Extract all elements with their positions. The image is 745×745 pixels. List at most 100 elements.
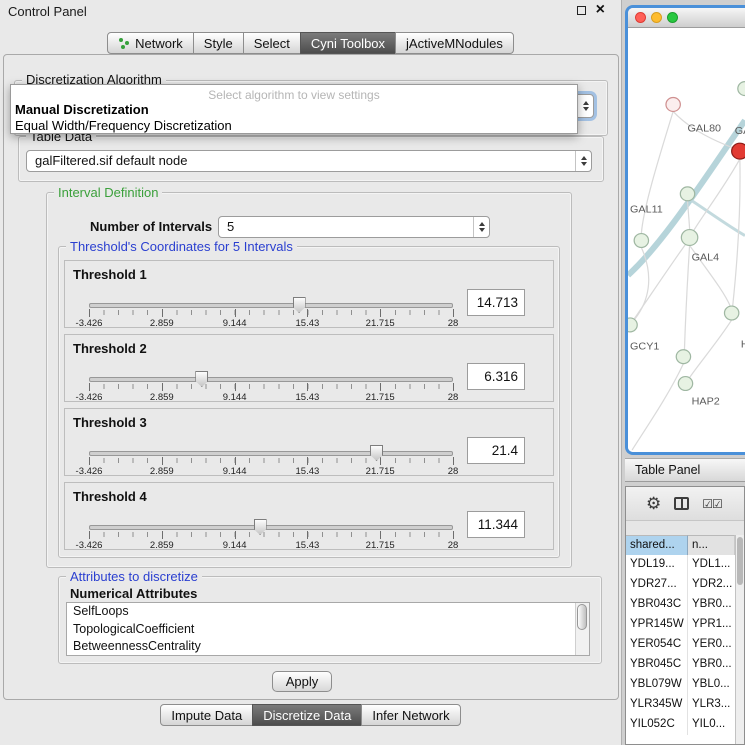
apply-button[interactable]: Apply <box>272 671 332 692</box>
checkbox-icon[interactable]: ☑☑ <box>702 497 722 511</box>
zoom-traffic-light-icon[interactable] <box>667 12 678 23</box>
threshold-slider[interactable]: -3.4262.8599.14415.4321.71528 <box>89 371 453 403</box>
threshold-slider[interactable]: -3.4262.8599.14415.4321.71528 <box>89 297 453 329</box>
attribute-item[interactable]: SelfLoops <box>67 603 589 621</box>
threshold-value[interactable]: 21.4 <box>467 437 525 464</box>
major-tick <box>380 309 381 317</box>
threshold-slider[interactable]: -3.4262.8599.14415.4321.71528 <box>89 519 453 551</box>
column-header-shared-name[interactable]: shared... <box>626 535 688 555</box>
scrollbar-thumb[interactable] <box>577 604 587 630</box>
threshold-label: Threshold 4 <box>73 489 147 504</box>
slider-track[interactable] <box>89 525 453 530</box>
node-label: HAP2 <box>692 395 720 407</box>
network-node[interactable] <box>666 98 680 112</box>
interval-definition-label: Interval Definition <box>54 185 162 200</box>
scale-label: 28 <box>448 392 459 403</box>
network-node[interactable] <box>724 306 738 320</box>
network-node[interactable] <box>738 82 745 96</box>
combo-stepper-icon <box>577 95 593 117</box>
network-node[interactable] <box>676 350 690 364</box>
tab-label: Network <box>135 36 183 51</box>
scale-label: 15.43 <box>296 540 320 551</box>
network-node[interactable] <box>681 230 697 246</box>
scale-label: 2.859 <box>150 466 174 477</box>
column-header-name[interactable]: n... <box>688 535 735 555</box>
tab-impute-data[interactable]: Impute Data <box>160 704 253 726</box>
table-cell: YBR0... <box>688 595 735 615</box>
tab-jactivemnodules[interactable]: jActiveMNodules <box>395 32 514 54</box>
table-row[interactable]: YBR043CYBR0... <box>626 595 735 615</box>
threshold-value[interactable]: 6.316 <box>467 363 525 390</box>
table-row[interactable]: YLR345WYLR3... <box>626 695 735 715</box>
table-row[interactable]: YER054CYER0... <box>626 635 735 655</box>
threshold-value[interactable]: 11.344 <box>467 511 525 538</box>
table-row[interactable]: YPR145WYPR1... <box>626 615 735 635</box>
slider-track[interactable] <box>89 303 453 308</box>
attribute-item[interactable]: TopologicalCoefficient <box>67 621 589 639</box>
numerical-attributes-list[interactable]: SelfLoopsTopologicalCoefficientBetweenne… <box>66 602 590 656</box>
slider-track[interactable] <box>89 451 453 456</box>
table-cell: YLR3... <box>688 695 735 715</box>
scale-label: 28 <box>448 318 459 329</box>
network-node[interactable] <box>628 318 637 332</box>
scale-label: 9.144 <box>223 466 247 477</box>
tab-discretize-data[interactable]: Discretize Data <box>252 704 362 726</box>
attribute-item[interactable]: BetweennessCentrality <box>67 638 589 656</box>
table-cell: YBR0... <box>688 655 735 675</box>
tab-network[interactable]: Network <box>107 32 194 54</box>
float-window-icon[interactable] <box>577 6 586 15</box>
major-tick <box>453 457 454 465</box>
number-of-intervals-label: Number of Intervals <box>86 219 216 234</box>
network-node-selected[interactable] <box>732 143 745 159</box>
table-data-select[interactable]: galFiltered.sif default node <box>26 150 592 172</box>
slider-ticks <box>89 310 453 315</box>
network-node[interactable] <box>680 187 694 201</box>
popup-item-manual-discretization[interactable]: Manual Discretization <box>11 102 577 118</box>
table-scrollbar[interactable] <box>735 535 744 744</box>
scale-label: 2.859 <box>150 318 174 329</box>
major-tick <box>453 383 454 391</box>
close-traffic-light-icon[interactable] <box>635 12 646 23</box>
network-window-titlebar[interactable] <box>628 8 745 28</box>
table-panel-window: ⚙ ☑☑ shared... n... YDL19...YDL1...YDR27… <box>625 486 745 745</box>
threshold-panel: Threshold 1-3.4262.8599.14415.4321.71528… <box>64 260 554 328</box>
columns-icon[interactable] <box>674 497 689 510</box>
major-tick <box>89 309 90 317</box>
table-cell: YIL052C <box>626 715 688 735</box>
tab-cyni-toolbox[interactable]: Cyni Toolbox <box>300 32 396 54</box>
popup-item-equal-width-frequency[interactable]: Equal Width/Frequency Discretization <box>11 118 577 134</box>
gear-icon[interactable]: ⚙ <box>646 495 661 512</box>
node-label: GA <box>735 125 745 137</box>
network-edge <box>694 159 740 230</box>
tab-infer-network[interactable]: Infer Network <box>361 704 460 726</box>
tab-select[interactable]: Select <box>243 32 301 54</box>
table-row[interactable]: YDR27...YDR2... <box>626 575 735 595</box>
threshold-label: Threshold 3 <box>73 415 147 430</box>
table-row[interactable]: YDL19...YDL1... <box>626 555 735 575</box>
node-label: H <box>741 339 745 351</box>
threshold-slider[interactable]: -3.4262.8599.14415.4321.71528 <box>89 445 453 477</box>
slider-track[interactable] <box>89 377 453 382</box>
control-panel-titlebar[interactable]: Control Panel × <box>0 0 621 24</box>
table-row[interactable]: YIL052CYIL0... <box>626 715 735 735</box>
popup-placeholder: Select algorithm to view settings <box>11 85 577 102</box>
scale-label: -3.426 <box>76 318 103 329</box>
tab-style[interactable]: Style <box>193 32 244 54</box>
node-label: GAL4 <box>692 252 720 264</box>
network-canvas[interactable]: GAL80GAGAL11GAL4GCY1HAP2H <box>628 29 745 452</box>
table-panel-header[interactable]: Table Panel <box>625 458 745 482</box>
minimize-traffic-light-icon[interactable] <box>651 12 662 23</box>
table-cell: YDL19... <box>626 555 688 575</box>
algorithm-popup: Select algorithm to view settings Manual… <box>10 84 578 134</box>
close-panel-icon[interactable]: × <box>596 5 605 15</box>
network-node[interactable] <box>634 234 648 248</box>
table-row[interactable]: YBL079WYBL0... <box>626 675 735 695</box>
major-tick <box>307 531 308 539</box>
attributes-scrollbar[interactable] <box>575 603 589 655</box>
threshold-value[interactable]: 14.713 <box>467 289 525 316</box>
table-row[interactable]: YBR045CYBR0... <box>626 655 735 675</box>
scrollbar-thumb[interactable] <box>737 537 743 585</box>
scale-label: -3.426 <box>76 540 103 551</box>
network-node[interactable] <box>678 377 692 391</box>
number-of-intervals-select[interactable]: 5 <box>218 216 490 238</box>
